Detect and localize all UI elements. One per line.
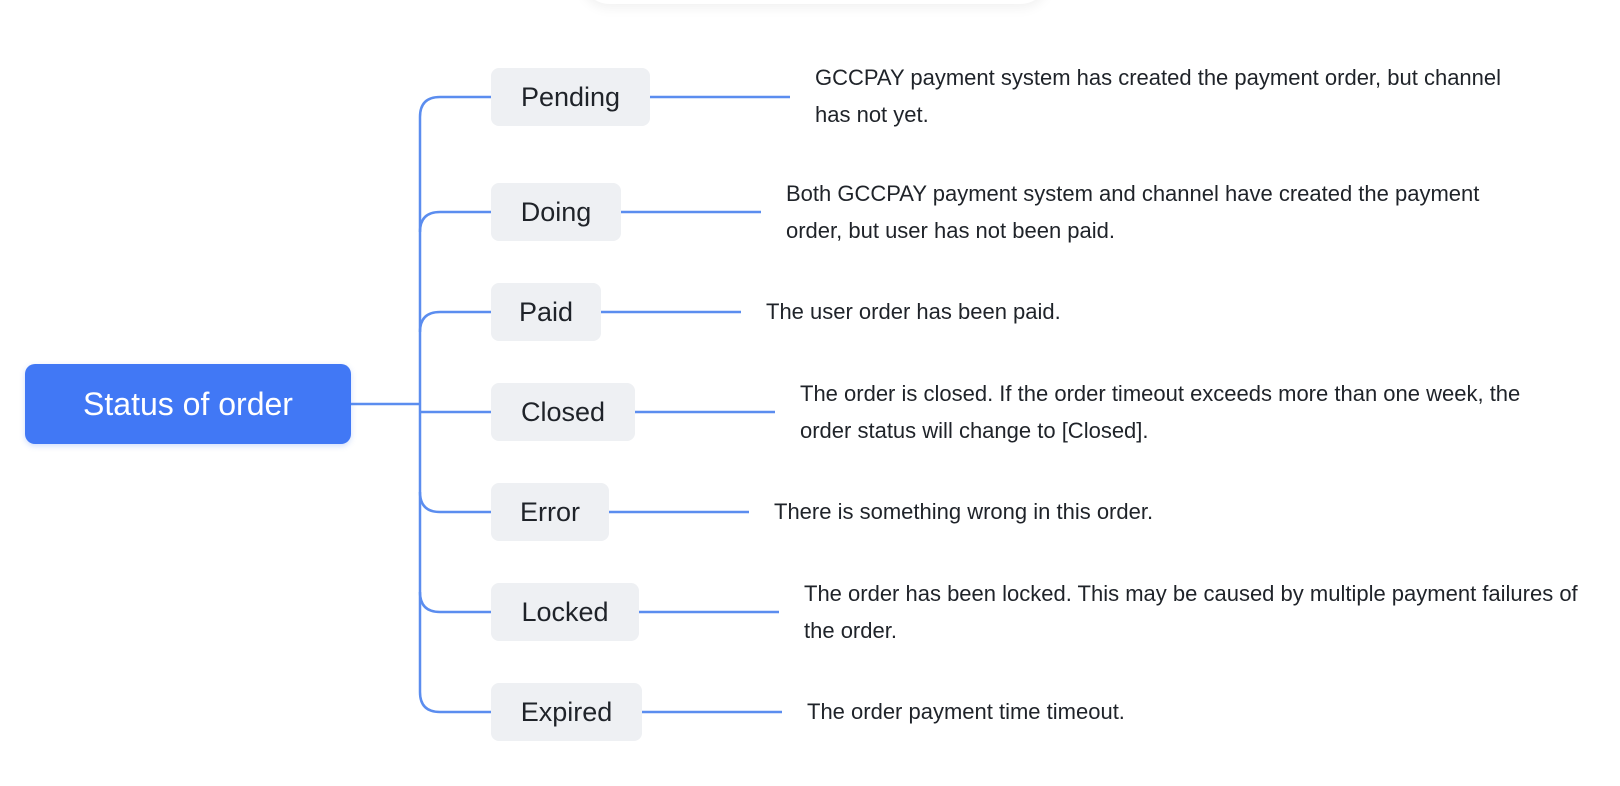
- status-label-expired: Expired: [520, 696, 613, 727]
- status-node-error[interactable]: Error: [491, 483, 609, 541]
- description-expired: The order payment time timeout.: [807, 699, 1125, 724]
- status-node-expired[interactable]: Expired: [491, 683, 642, 741]
- description-pending: GCCPAY payment system has created the pa…: [815, 65, 1502, 127]
- status-label-closed: Closed: [520, 396, 606, 427]
- status-node-locked[interactable]: Locked: [491, 583, 639, 641]
- status-label-error: Error: [520, 496, 580, 527]
- description-closed: The order is closed. If the order timeou…: [800, 381, 1521, 443]
- branch-locked: [418, 591, 491, 614]
- branch-error: [418, 491, 491, 514]
- status-node-pending[interactable]: Pending: [491, 68, 650, 126]
- description-error: There is something wrong in this order.: [774, 499, 1154, 524]
- description-locked: The order has been locked. This may be c…: [804, 581, 1578, 643]
- status-node-doing[interactable]: Doing: [491, 183, 621, 241]
- description-doing: Both GCCPAY payment system and channel h…: [786, 181, 1480, 243]
- status-label-doing: Doing: [520, 196, 592, 227]
- status-label-paid: Paid: [518, 296, 574, 327]
- root-node[interactable]: Status of order: [25, 364, 351, 444]
- description-paid: The user order has been paid.: [766, 299, 1061, 324]
- branch-doing: [418, 210, 491, 233]
- status-label-locked: Locked: [521, 596, 609, 627]
- root-label: Status of order: [83, 386, 293, 422]
- trunk-line: [418, 95, 491, 714]
- branch-paid: [418, 310, 491, 333]
- status-label-pending: Pending: [520, 81, 621, 112]
- status-node-closed[interactable]: Closed: [491, 383, 635, 441]
- status-node-paid[interactable]: Paid: [491, 283, 601, 341]
